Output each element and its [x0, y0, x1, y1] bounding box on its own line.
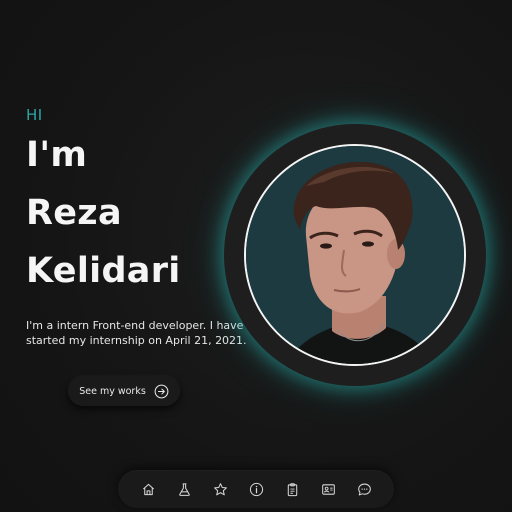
greeting-text: HI — [26, 106, 43, 124]
clipboard-icon — [287, 482, 297, 496]
star-icon — [213, 482, 227, 495]
nav-home[interactable] — [138, 479, 158, 499]
bio-text: I'm a intern Front-end developer. I have… — [26, 319, 247, 347]
hero-section: HI I'm Reza Kelidari I'm a intern Front-… — [26, 106, 247, 348]
info-icon — [249, 482, 263, 496]
name-line-3: Kelidari — [26, 251, 181, 291]
nav-about[interactable] — [246, 479, 266, 499]
page: HI I'm Reza Kelidari I'm a intern Front-… — [0, 0, 512, 512]
arrow-right-circle-icon — [154, 384, 169, 399]
name-line-1: I'm — [26, 135, 88, 175]
nav-favorites[interactable] — [210, 479, 230, 499]
profile-photo — [244, 144, 466, 366]
see-my-works-button[interactable]: See my works — [68, 376, 180, 406]
nav-resume[interactable] — [282, 479, 302, 499]
name-line-2: Reza — [26, 193, 122, 233]
see-my-works-label: See my works — [79, 385, 146, 397]
nav-contact-card[interactable] — [318, 479, 338, 499]
home-icon — [142, 483, 154, 495]
nav-skills[interactable] — [174, 479, 194, 499]
portrait-frame — [224, 124, 486, 386]
flask-icon — [178, 482, 190, 496]
bottom-nav — [118, 470, 394, 508]
chat-icon — [357, 483, 371, 495]
nav-chat[interactable] — [354, 479, 374, 499]
contact-card-icon — [321, 483, 335, 495]
